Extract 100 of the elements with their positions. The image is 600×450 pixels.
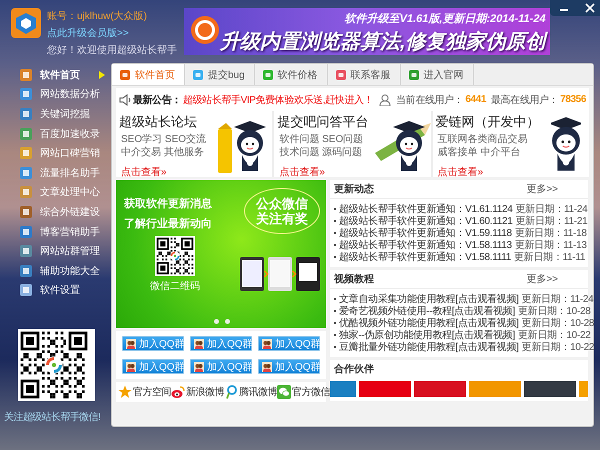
date-text: 更新日期：11-21: [516, 214, 588, 228]
tile-icon: [20, 68, 32, 81]
section-title: 更新动态: [334, 182, 374, 196]
tile-icon: [20, 284, 32, 296]
news-link[interactable]: 优酷视频外链功能使用教程[点击观看视频]: [339, 316, 519, 330]
sidebar-item[interactable]: 网站站群管理: [0, 241, 111, 261]
date-text: 更新日期：11-18: [514, 226, 587, 240]
carousel-dot[interactable]: [214, 319, 219, 324]
date-text: 更新日期：10-28: [518, 304, 590, 318]
close-button[interactable]: [584, 2, 596, 14]
user-icon: [379, 94, 392, 106]
sidebar-item[interactable]: 关键词挖掘: [0, 104, 111, 124]
more-link[interactable]: 更多>>: [526, 182, 558, 196]
sidebar-item[interactable]: 博客营销助手: [0, 222, 111, 242]
promo-text: 获取软件更新消息: [124, 196, 212, 211]
tab-icon: [336, 70, 346, 80]
view-link[interactable]: 点击查看»: [119, 165, 216, 177]
news-link[interactable]: 爱奇艺视频外链使用--教程[点击观看视频]: [339, 304, 515, 318]
speaker-icon: [119, 94, 131, 106]
card-title: 爱链网（开发中）: [436, 113, 541, 131]
account-label: 账号：ujklhuw(大众版): [47, 10, 148, 23]
peak-label: 最高在线用户：: [490, 94, 558, 106]
news-link[interactable]: 超级站长帮手软件更新通知：V1.60.1121: [339, 214, 513, 228]
upgrade-link[interactable]: 点此升级会员版>>: [47, 26, 175, 40]
qr-caption: 关注超级站长帮手微信!: [4, 410, 102, 424]
tile-icon: [20, 206, 32, 218]
sidebar-item[interactable]: 网站数据分析: [0, 84, 111, 104]
card-text: 中介交易 其他服务: [120, 146, 205, 159]
card-text: 威客接单 中介平台: [436, 146, 522, 159]
online-label: 当前在线用户：: [396, 94, 464, 106]
date-text: 更新日期：10-22: [522, 340, 594, 354]
date-text: 更新日期：11-13: [514, 238, 587, 252]
star-icon: [118, 385, 132, 399]
card-title: 提交吧问答平台: [277, 113, 370, 131]
people-icon: [126, 362, 136, 372]
speech-bubble: 公众微信 关注有奖: [244, 188, 320, 234]
peak-count: 78356: [560, 94, 586, 105]
social-link[interactable]: 腾讯微博: [224, 385, 277, 399]
qr-caption: 微信二维码: [150, 280, 200, 293]
view-link[interactable]: 点击查看»: [277, 165, 375, 177]
sidebar-item[interactable]: 百度加速收录: [0, 124, 111, 144]
logo-placeholder: [524, 381, 576, 397]
sidebar-item[interactable]: 辅助功能大全: [0, 260, 111, 281]
logo-placeholder: [414, 381, 466, 397]
news-link[interactable]: 超级站长帮手软件更新通知：V1.59.1118: [339, 226, 512, 240]
tile-icon: [20, 245, 32, 258]
carousel-dot[interactable]: [225, 319, 230, 324]
notice-link[interactable]: 超级站长帮手VIP免费体验欢乐送,赶快进入！: [183, 92, 374, 106]
logo-placeholder: [579, 381, 588, 397]
news-link[interactable]: 超级站长帮手软件更新通知：V1.58.1113: [339, 238, 512, 252]
people-icon: [262, 362, 272, 372]
logo-placeholder: [359, 381, 411, 397]
people-icon: [194, 338, 204, 348]
card-text: 软件问题 SEO问题: [278, 133, 364, 146]
tile-icon: [20, 186, 32, 198]
notice-label: 最新公告：: [133, 93, 182, 106]
people-icon: [262, 338, 272, 348]
qr-code: [155, 236, 195, 276]
tab-icon: [120, 70, 130, 80]
people-icon: [194, 362, 204, 372]
social-link[interactable]: 新浪微博: [171, 385, 224, 399]
sidebar-item[interactable]: 软件设置: [0, 280, 111, 300]
section-title: 合作伙伴: [334, 362, 374, 376]
logo-placeholder: [469, 381, 521, 397]
more-link[interactable]: 更多>>: [526, 272, 558, 286]
news-link[interactable]: 独家--伪原创功能使用教程[点击观看视频]: [339, 328, 515, 342]
sidebar-item[interactable]: 软件首页: [0, 65, 111, 85]
card-title: 超级站长论坛: [119, 113, 198, 131]
tencent-weibo-icon: [224, 385, 238, 399]
social-link[interactable]: 官方微信: [277, 385, 330, 399]
mascot-drawing: [550, 116, 581, 173]
tile-icon: [20, 128, 32, 140]
banner-headline: 升级内置浏览器算法,修复独家伪原创: [220, 30, 546, 55]
app-logo-icon: [11, 8, 41, 38]
close-icon: [585, 3, 595, 13]
tab-icon: [193, 70, 203, 80]
news-link[interactable]: 豆瓣批量外链功能使用教程[点击观看视频]: [339, 340, 519, 354]
tile-icon: [20, 147, 32, 160]
banner-subtitle: 软件升级至V1.61版,更新日期:2014-11-24: [344, 12, 546, 26]
online-count: 6441: [465, 94, 486, 105]
tile-icon: [20, 108, 32, 120]
news-link[interactable]: 超级站长帮手软件更新通知：V1.58.1111: [339, 250, 512, 264]
date-text: 更新日期：11-24: [522, 292, 594, 306]
tile-icon: [20, 166, 32, 179]
card-text: SEO学习 SEO交流: [120, 133, 208, 146]
tile-icon: [20, 88, 32, 100]
caret-icon: [99, 70, 105, 79]
weibo-icon: [171, 385, 185, 399]
date-text: 更新日期：11-11: [514, 250, 586, 264]
date-text: 更新日期：11-24: [516, 202, 588, 216]
card-text: 互联网各类商品交易: [436, 133, 529, 146]
tab[interactable]: 软件首页: [112, 64, 185, 85]
promo-text: 了解行业最新动向: [124, 216, 212, 231]
news-link[interactable]: 文章自动采集功能使用教程[点击观看视频]: [339, 292, 519, 306]
date-text: 更新日期：10-22: [518, 328, 590, 342]
news-link[interactable]: 超级站长帮手软件更新通知：V1.61.1124: [339, 202, 513, 216]
section-title: 视频教程: [334, 272, 374, 286]
people-icon: [126, 338, 136, 348]
view-link[interactable]: 点击查看»: [436, 165, 551, 177]
social-link[interactable]: 官方空间: [118, 385, 171, 399]
